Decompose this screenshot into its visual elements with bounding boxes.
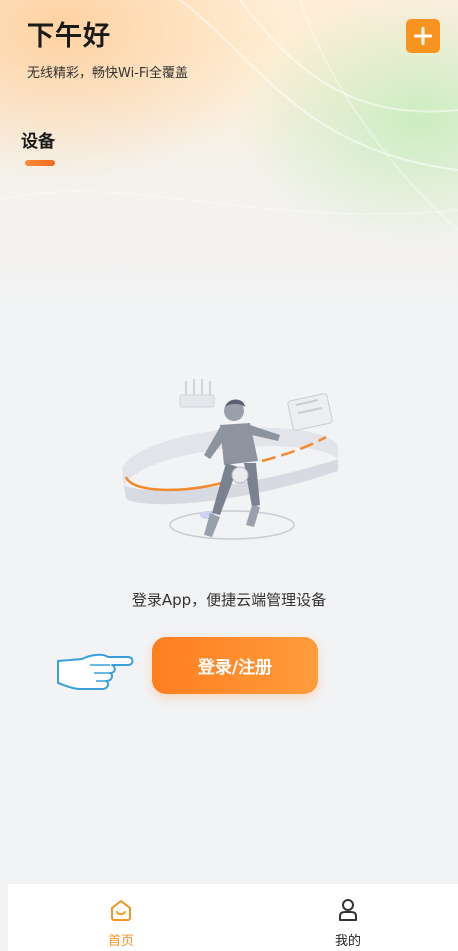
greeting-subtitle: 无线精彩，畅快Wi-Fi全覆盖: [27, 66, 189, 81]
login-register-button[interactable]: 登录/注册: [152, 637, 318, 694]
app-screen: 下午好 无线精彩，畅快Wi-Fi全覆盖 设备 登录App，便捷云端管理设备 登录…: [0, 0, 458, 951]
person-with-devices-illustration: [122, 379, 338, 540]
tab-home-label: 首页: [107, 934, 134, 949]
tab-mine-label: 我的: [334, 934, 361, 949]
pointing-hand-icon: [57, 653, 134, 690]
add-device-button[interactable]: [406, 19, 440, 53]
plus-icon: [414, 27, 432, 45]
tab-active-indicator: [25, 160, 55, 166]
greeting-title: 下午好: [27, 21, 111, 52]
login-prompt-text: 登录App，便捷云端管理设备: [131, 591, 327, 609]
tab-home[interactable]: 首页: [61, 884, 181, 951]
tab-devices[interactable]: 设备: [21, 127, 55, 152]
home-icon: [111, 900, 131, 921]
bottom-tab-bar: 首页 我的: [8, 884, 458, 951]
user-icon: [339, 899, 357, 921]
tab-mine[interactable]: 我的: [288, 884, 408, 951]
